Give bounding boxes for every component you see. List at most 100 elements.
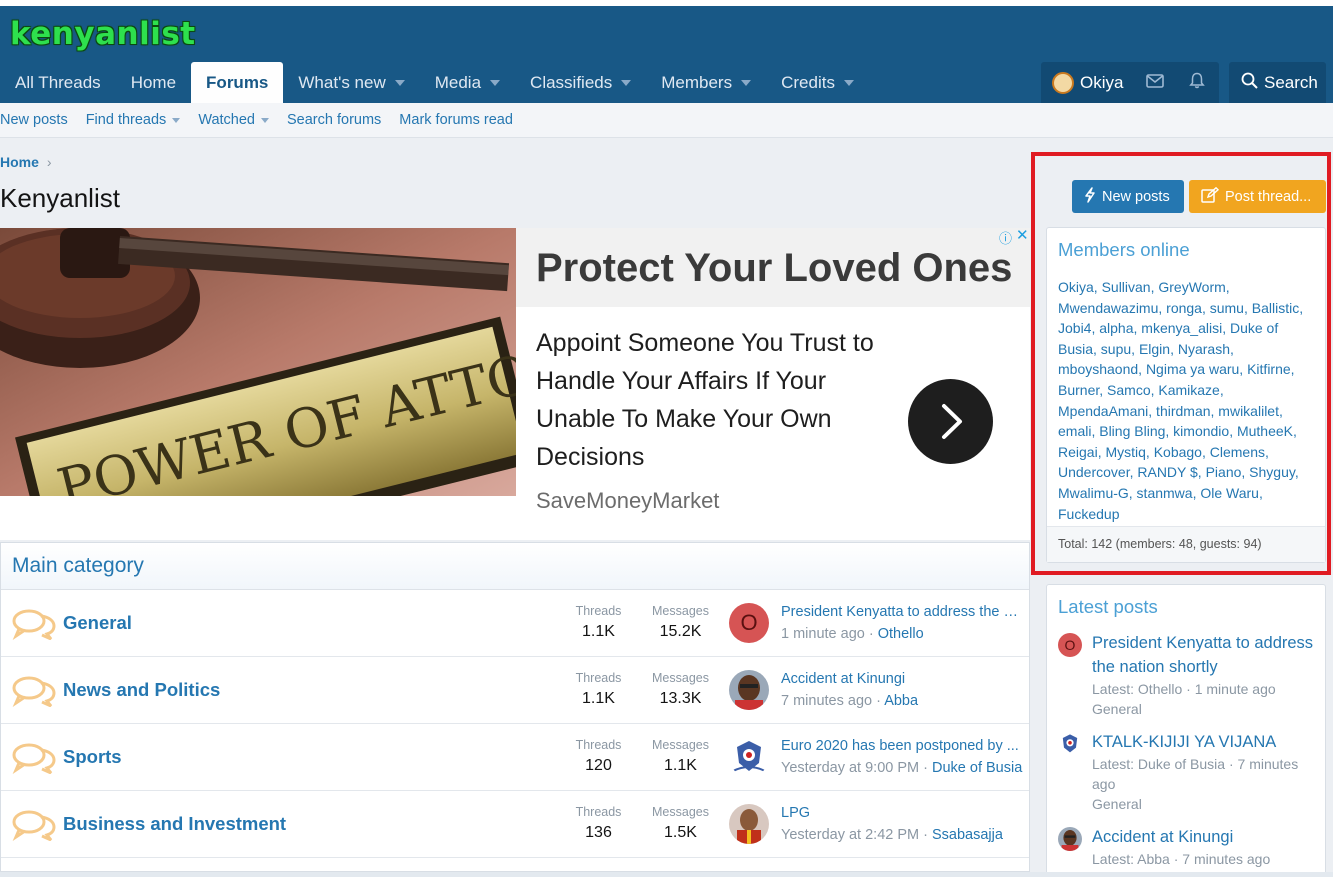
chevron-down-icon[interactable] (741, 79, 752, 86)
category-title[interactable]: Main category (1, 543, 1029, 590)
latest-post-title[interactable]: Accident at Kinungi (1092, 825, 1320, 849)
forum-row-sports: Sports Threads 120 Messages 1.1K Euro 2020… (1, 724, 1029, 791)
chevron-down-icon[interactable] (172, 117, 181, 123)
nav-tab-forums[interactable]: Forums (191, 62, 284, 103)
subnav-new-posts[interactable]: New posts (0, 112, 68, 128)
stat-value: 1.5K (664, 824, 697, 841)
last-post-title[interactable]: LPG (781, 805, 810, 821)
forum-title[interactable]: Sports (63, 746, 122, 768)
site-logo[interactable]: kenyanlist (10, 16, 196, 52)
latest-post-title[interactable]: President Kenyatta to address the nation… (1092, 631, 1320, 679)
nav-tab-all-threads[interactable]: All Threads (0, 62, 116, 103)
ad-body-text[interactable]: Appoint Someone You Trust to Handle Your… (536, 324, 886, 476)
nav-tab-label: Home (130, 72, 177, 92)
avatar[interactable] (729, 804, 769, 844)
thread-count: Threads 1.1K (567, 604, 630, 641)
stat-label: Messages (652, 738, 709, 752)
search-button[interactable]: Search (1229, 62, 1326, 103)
chevron-down-icon[interactable] (621, 79, 632, 86)
chevron-down-icon[interactable] (490, 79, 501, 86)
avatar[interactable] (1052, 71, 1074, 94)
chevron-down-icon[interactable] (394, 79, 405, 86)
subnav-mark-forums-read[interactable]: Mark forums read (399, 112, 513, 128)
stat-label: Threads (575, 738, 622, 752)
info-icon[interactable]: ⓘ (999, 228, 1012, 247)
page-bottom-edge (0, 872, 1333, 877)
last-post-user[interactable]: Abba (884, 693, 918, 709)
latest-post-item: Accident at Kinungi Latest: Abba · 7 min… (1058, 825, 1320, 869)
subnav-find-threads[interactable]: Find threads (86, 112, 181, 128)
latest-post-meta[interactable]: Latest: Duke of Busia · 7 minutes ago (1092, 754, 1320, 794)
nav-tab-label: Credits (781, 72, 835, 92)
last-post-user[interactable]: Ssabasajja (932, 827, 1003, 843)
nav-tab-media[interactable]: Media (420, 62, 515, 103)
ad-headline[interactable]: Protect Your Loved Ones (536, 246, 1012, 291)
latest-post-forum[interactable]: General (1092, 794, 1320, 814)
ad-source[interactable]: SaveMoneyMarket (536, 488, 719, 514)
nav-tab-home[interactable]: Home (116, 62, 191, 103)
last-post-time[interactable]: 1 minute ago (781, 626, 865, 642)
breadcrumb: Home › (0, 154, 52, 170)
ad-image[interactable]: POWER OF ATTORNEY (0, 228, 516, 496)
latest-post-item: O President Kenyatta to address the nati… (1058, 631, 1320, 719)
latest-posts-title[interactable]: Latest posts (1058, 596, 1158, 618)
last-post-time[interactable]: 7 minutes ago (781, 693, 872, 709)
avatar[interactable]: O (1058, 633, 1082, 657)
nav-tab-credits[interactable]: Credits (766, 62, 869, 103)
nav-tab-whats-new[interactable]: What's new (283, 62, 419, 103)
forum-title[interactable]: News and Politics (63, 679, 220, 701)
search-label: Search (1264, 72, 1318, 92)
latest-post-meta[interactable]: Latest: Othello · 1 minute ago (1092, 679, 1320, 699)
forum-title[interactable]: General (63, 612, 132, 634)
stat-label: Messages (652, 604, 709, 618)
avatar[interactable] (729, 670, 769, 710)
latest-post-item: KTALK-KIJIJI YA VIJANA Latest: Duke of B… (1058, 730, 1320, 814)
main-nav: All Threads Home Forums What's new Media… (0, 62, 869, 103)
bell-icon[interactable] (1187, 72, 1207, 94)
highlight-box (1031, 152, 1331, 575)
avatar[interactable] (729, 737, 769, 777)
avatar[interactable] (1058, 732, 1082, 756)
last-post-meta: Yesterday at 2:42 PM · Ssabasajja (781, 827, 1003, 843)
nav-tab-members[interactable]: Members (646, 62, 766, 103)
last-post-title[interactable]: President Kenyatta to address the n... (781, 604, 1023, 620)
envelope-icon[interactable] (1145, 73, 1165, 93)
nav-tab-label: Classifieds (530, 72, 613, 92)
speech-bubbles-icon (12, 810, 56, 841)
latest-post-title[interactable]: KTALK-KIJIJI YA VIJANA (1092, 730, 1320, 754)
avatar[interactable] (1058, 827, 1082, 851)
avatar[interactable]: O (729, 603, 769, 643)
chevron-down-icon[interactable] (843, 79, 854, 86)
forum-category: Main category General Threads 1.1K Messag… (0, 542, 1030, 872)
user-menu[interactable]: Okiya (1041, 62, 1219, 103)
chevron-down-icon[interactable] (261, 117, 269, 123)
last-post-time[interactable]: Yesterday at 2:42 PM (781, 827, 919, 843)
user-name[interactable]: Okiya (1080, 73, 1123, 93)
last-post-user[interactable]: Duke of Busia (932, 760, 1022, 776)
speech-bubbles-icon (12, 676, 56, 707)
breadcrumb-home[interactable]: Home (0, 154, 39, 170)
latest-posts-panel: Latest posts O President Kenyatta to add… (1046, 584, 1326, 877)
ad-next-button[interactable] (908, 379, 993, 464)
nav-tab-label: Members (661, 72, 733, 92)
latest-post-forum[interactable]: General (1092, 699, 1320, 719)
nav-tab-classifieds[interactable]: Classifieds (515, 62, 646, 103)
page-title: Kenyanlist (0, 183, 120, 213)
forum-title[interactable]: Business and Investment (63, 813, 286, 835)
close-icon[interactable]: ✕ (1016, 226, 1029, 244)
subnav-label: Find threads (85, 112, 167, 128)
subnav-label: Mark forums read (399, 112, 513, 128)
stat-value: 1.1K (664, 757, 697, 774)
last-post-user[interactable]: Othello (878, 626, 924, 642)
sub-nav: New posts Find threads Watched Search fo… (0, 103, 1333, 138)
subnav-search-forums[interactable]: Search forums (287, 112, 381, 128)
chevron-right-icon (942, 404, 962, 439)
latest-post-meta[interactable]: Latest: Abba · 7 minutes ago (1092, 849, 1320, 869)
last-post-time[interactable]: Yesterday at 9:00 PM (781, 760, 919, 776)
subnav-watched[interactable]: Watched (198, 112, 269, 128)
last-post-title[interactable]: Euro 2020 has been postponed by ... (781, 738, 1019, 754)
stat-value: 120 (585, 757, 612, 774)
speech-bubbles-icon (12, 743, 56, 774)
advertisement[interactable]: POWER OF ATTORNEY Protect Your Loved One… (0, 226, 1030, 540)
last-post-title[interactable]: Accident at Kinungi (781, 671, 905, 687)
